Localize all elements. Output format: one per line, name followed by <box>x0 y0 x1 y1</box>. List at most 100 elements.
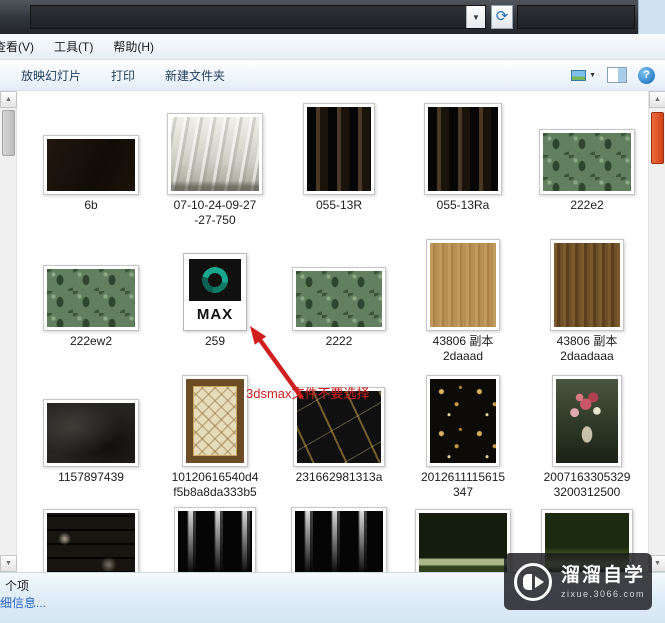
thumbnail-image <box>186 379 244 463</box>
thumbnail-image <box>554 243 620 327</box>
file-thumbnail <box>43 399 139 467</box>
file-item[interactable]: 2222 <box>277 235 401 371</box>
file-name: 222ew2 <box>69 334 113 348</box>
thumbnail-image <box>428 107 498 191</box>
file-thumb-area <box>291 507 387 572</box>
file-name: 055-13Ra <box>436 198 490 212</box>
scroll-up-button[interactable]: ▲ <box>649 91 665 108</box>
file-name: 07-10-24-09-27 -27-750 <box>173 198 257 227</box>
file-thumbnail <box>415 509 511 572</box>
menu-help[interactable]: 帮助(H) <box>103 38 164 55</box>
file-thumbnail <box>43 135 139 195</box>
file-item[interactable] <box>29 507 153 572</box>
right-scrollbar[interactable]: ▲ ▼ <box>648 91 665 572</box>
file-thumb-area <box>415 507 511 572</box>
thumbnail-image <box>295 511 383 572</box>
refresh-button[interactable]: ⟳ <box>491 5 513 29</box>
file-grid: 6b 07-10-24-09-27 -27-750 055-13R 055-13Ra 22… <box>17 91 648 572</box>
file-name: 43806 副本 2daadaaa <box>556 334 618 363</box>
chevron-down-icon: ▼ <box>472 12 480 22</box>
file-item[interactable]: 222e2 <box>525 99 648 235</box>
file-item[interactable]: MAX 259 <box>153 235 277 371</box>
details-link[interactable]: 细信息... <box>0 594 46 611</box>
preview-pane-icon[interactable] <box>607 67 627 83</box>
thumbnail-image <box>171 117 259 191</box>
address-bar[interactable]: ▼ <box>30 5 486 29</box>
file-thumb-area <box>167 99 263 195</box>
file-thumbnail <box>292 267 386 331</box>
toolbar-icons: ▼ ? <box>571 66 665 84</box>
max-badge: MAX <box>196 306 234 323</box>
new-folder-button[interactable]: 新建文件夹 <box>150 67 240 84</box>
menu-view[interactable]: 查看(V) <box>0 38 44 55</box>
file-item[interactable]: 6b <box>29 99 153 235</box>
file-thumb-area <box>43 371 139 467</box>
file-thumb-area <box>426 371 500 467</box>
file-thumb-area <box>303 99 375 195</box>
scrollbar-thumb[interactable] <box>2 110 15 156</box>
help-icon: ? <box>643 68 650 81</box>
file-name: 055-13R <box>315 198 363 212</box>
thumbnail-image <box>430 379 496 463</box>
file-item[interactable]: 1157897439 <box>29 371 153 507</box>
file-name: 10120616540d4 f5b8a8da333b5 <box>171 470 259 499</box>
chevron-down-icon: ▼ <box>589 71 596 79</box>
thumbnail-image <box>430 243 496 327</box>
change-view-button[interactable]: ▼ <box>571 69 596 81</box>
thumbnail-image <box>296 271 382 327</box>
watermark: 溜溜自学 zixue.3066.com <box>504 553 652 610</box>
file-name: 231662981313a <box>295 470 383 484</box>
file-item[interactable]: 2012611115615 347 <box>401 371 525 507</box>
slideshow-button[interactable]: 放映幻灯片 <box>6 67 96 84</box>
file-item[interactable]: 43806 副本 2daadaaa <box>525 235 648 371</box>
thumbnail-image <box>47 269 135 327</box>
watermark-title: 溜溜自学 <box>561 564 646 586</box>
file-thumbnail <box>43 265 139 331</box>
search-input[interactable] <box>517 5 635 29</box>
file-item[interactable] <box>277 507 401 572</box>
file-thumb-area <box>539 99 635 195</box>
file-thumb-area <box>43 235 139 331</box>
menu-tools[interactable]: 工具(T) <box>44 38 103 55</box>
scroll-down-button[interactable]: ▼ <box>0 555 17 572</box>
command-toolbar: 放映幻灯片 打印 新建文件夹 ▼ ? <box>0 60 665 91</box>
arrow-up-icon: ▲ <box>654 96 661 103</box>
arrow-down-icon: ▼ <box>654 560 661 567</box>
file-thumb-area <box>182 371 248 467</box>
print-button[interactable]: 打印 <box>96 67 150 84</box>
file-name: 43806 副本 2daaad <box>432 334 494 363</box>
file-item[interactable]: 43806 副本 2daaad <box>401 235 525 371</box>
file-thumbnail <box>291 507 387 572</box>
watermark-subtitle: zixue.3066.com <box>561 588 646 599</box>
left-scrollbar[interactable]: ▲ ▼ <box>0 91 17 572</box>
file-thumbnail <box>167 113 263 195</box>
file-item[interactable]: 07-10-24-09-27 -27-750 <box>153 99 277 235</box>
max-file-icon: MAX <box>183 253 247 331</box>
max-logo-panel <box>189 259 241 301</box>
file-item[interactable] <box>153 507 277 572</box>
file-thumbnail <box>539 129 635 195</box>
address-bar-region: ▼ ⟳ <box>0 0 638 34</box>
address-dropdown-button[interactable]: ▼ <box>466 6 485 28</box>
file-item[interactable]: 2007163305329 3200312500 <box>525 371 648 507</box>
thumbnail-image <box>419 513 507 572</box>
file-name: 259 <box>204 334 226 348</box>
annotation-text: 3dsmax文件不要选择 <box>246 386 370 401</box>
file-thumb-area <box>292 235 386 331</box>
arrow-down-icon: ▼ <box>5 560 12 567</box>
thumbnail-image <box>556 379 618 463</box>
refresh-icon: ⟳ <box>495 8 509 25</box>
thumbnails-view-icon <box>571 69 587 81</box>
help-button[interactable]: ? <box>638 66 655 84</box>
thumbnail-image <box>178 511 252 572</box>
scrollbar-thumb[interactable] <box>651 112 664 164</box>
file-item[interactable]: 055-13R <box>277 99 401 235</box>
thumbnail-image <box>47 513 135 572</box>
file-thumbnail <box>550 239 624 331</box>
file-item[interactable]: 222ew2 <box>29 235 153 371</box>
file-thumb-area <box>426 235 500 331</box>
file-thumb-area <box>174 507 256 572</box>
file-item[interactable]: 055-13Ra <box>401 99 525 235</box>
file-name: 2222 <box>325 334 353 348</box>
scroll-up-button[interactable]: ▲ <box>0 91 17 108</box>
